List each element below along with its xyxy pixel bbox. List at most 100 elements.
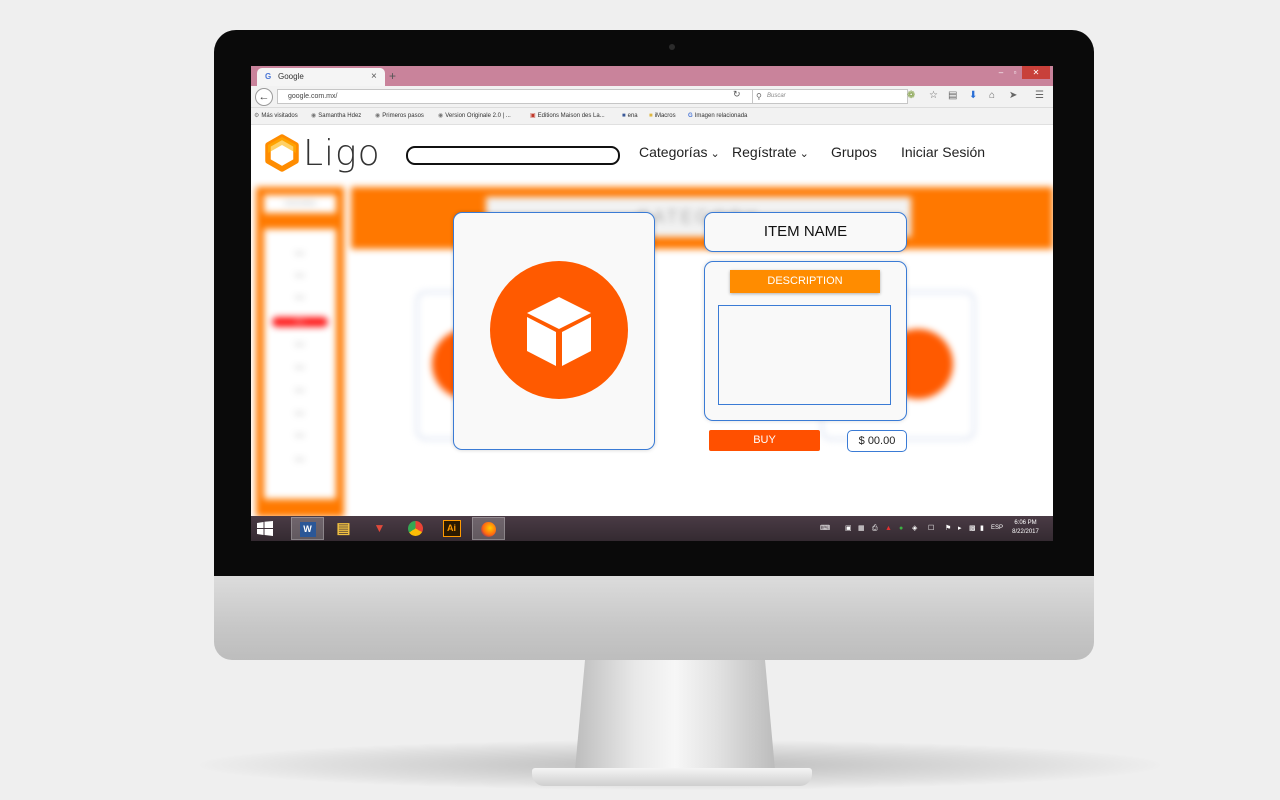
site-logo[interactable]: Ligo (265, 130, 395, 175)
reload-icon[interactable]: ↻ (733, 89, 741, 100)
monitor-foot (532, 768, 812, 786)
screen: G Google × + – ▫ ✕ ← google.com.mx/ ↻ ⚲ … (251, 66, 1053, 541)
system-clock[interactable]: 6:06 PM 8/22/2017 (1003, 519, 1048, 537)
taskbar-file-explorer-icon[interactable]: ▤ (327, 517, 360, 540)
item-name: ITEM NAME (704, 212, 907, 252)
nav-iniciar-sesion[interactable]: Iniciar Sesión (901, 142, 985, 162)
maximize-button[interactable]: ▫ (1008, 66, 1022, 79)
nav-grupos[interactable]: Grupos (831, 142, 877, 162)
battery-icon[interactable]: ▮ (980, 516, 984, 541)
search-icon: ⚲ (756, 92, 762, 101)
sidebar-item: Item (295, 388, 305, 394)
home-icon[interactable]: ⌂ (989, 89, 995, 103)
browser-tab-bar: G Google × + – ▫ ✕ (251, 66, 1053, 86)
chrome-icon (408, 521, 423, 536)
google-icon: G (265, 72, 272, 81)
tray-icon[interactable]: ▦ (858, 516, 865, 541)
menu-icon[interactable]: ☰ (1035, 89, 1044, 103)
taskbar-word-icon[interactable]: W (291, 517, 324, 540)
bookmark-item[interactable]: ▣ Editions Maison des La... (530, 108, 605, 124)
sidebar-header: CATEGORIES (264, 195, 336, 213)
windows-taskbar: W ▤ ▼ Ai ⌨ ▣ ▦ ⎙ ▲ ● ◈ ☐ ⚑ ▸ ▩ ▮ ESP 6:0… (251, 516, 1053, 541)
google-icon: G (688, 113, 693, 119)
language-indicator[interactable]: ESP (991, 516, 1003, 541)
sidebar-item: Item (295, 251, 305, 257)
windows-start-icon[interactable] (257, 521, 273, 536)
firefox-icon (481, 522, 496, 537)
sidebar-item: Item (295, 433, 305, 439)
logo-text: Ligo (303, 133, 381, 174)
clock-date: 8/22/2017 (1012, 529, 1039, 535)
popcorn-icon: ▼ (373, 521, 386, 535)
extension-icon[interactable]: ❁ (907, 89, 915, 103)
nav-categorias-label: Categorías (639, 144, 708, 160)
taskbar-firefox-icon[interactable] (472, 517, 505, 540)
close-window-button[interactable]: ✕ (1022, 66, 1050, 79)
chevron-down-icon: ⌄ (799, 148, 809, 160)
sidebar-item: Item (295, 365, 305, 371)
buy-button[interactable]: BUY (709, 430, 820, 451)
taskbar-illustrator-icon[interactable]: Ai (435, 517, 468, 540)
bookmark-item[interactable]: ◉ Primeros pasos (375, 108, 424, 124)
back-icon[interactable]: ← (255, 88, 273, 106)
category-sidebar: CATEGORIES Item Item Item Item Item Item… (256, 187, 344, 516)
globe-icon: ◉ (311, 113, 317, 119)
nav-categorias[interactable]: Categorías ⌄ (639, 142, 720, 164)
nav-registrate[interactable]: Regístrate ⌄ (732, 142, 809, 164)
browser-tab[interactable]: G Google × (257, 68, 385, 86)
tray-icon[interactable]: ▣ (845, 516, 852, 541)
illustrator-icon: Ai (442, 520, 461, 537)
facebook-icon: ■ (622, 113, 626, 119)
taskbar-chrome-icon[interactable] (399, 517, 432, 540)
gear-icon: ⚙ (254, 113, 260, 119)
sync-icon[interactable]: ● (899, 516, 903, 541)
browser-search-input[interactable]: ⚲ Buscar (752, 89, 908, 104)
bookmark-star-icon[interactable]: ☆ (929, 89, 938, 103)
globe-icon: ◉ (375, 113, 381, 119)
site-search-input[interactable] (406, 146, 620, 165)
tray-icon[interactable]: ◈ (912, 516, 917, 541)
sidebar-item: Item (295, 411, 305, 417)
description-textarea[interactable] (718, 305, 891, 405)
box-icon (527, 297, 591, 366)
product-image-card (453, 212, 655, 450)
bookmark-item[interactable]: ■ iMacros (649, 108, 676, 124)
new-tab-button[interactable]: + (389, 66, 396, 86)
chevron-down-icon: ⌄ (710, 148, 720, 160)
network-icon[interactable]: ☐ (928, 516, 934, 541)
flag-icon[interactable]: ⚑ (945, 516, 951, 541)
tab-title: Google (278, 72, 304, 81)
taskbar-popcorn-icon[interactable]: ▼ (363, 517, 396, 540)
clipboard-icon[interactable]: ▤ (948, 89, 957, 103)
search-placeholder: Buscar (767, 93, 786, 99)
close-icon[interactable]: × (371, 68, 377, 86)
signal-icon[interactable]: ▩ (969, 516, 976, 541)
word-icon-glyph: W (299, 522, 316, 537)
bookmark-item[interactable]: ■ ena (622, 108, 638, 124)
volume-icon[interactable]: ▸ (958, 516, 962, 541)
folder-icon: ■ (649, 113, 653, 119)
sidebar-item: Item (295, 295, 305, 301)
description-label: DESCRIPTION (730, 270, 880, 293)
folder-icon: ▤ (336, 520, 351, 537)
bookmark-item[interactable]: G Imagen relacionada (688, 108, 747, 124)
monitor-chin (214, 576, 1094, 660)
address-bar[interactable]: google.com.mx/ (277, 89, 759, 104)
hexagon-logo-icon (265, 134, 299, 172)
printer-icon[interactable]: ⎙ (872, 516, 878, 541)
bookmark-item[interactable]: ⚙ Más visitados (254, 108, 298, 124)
antivirus-icon[interactable]: ▲ (885, 516, 892, 541)
sidebar-item: Item (295, 457, 305, 463)
bookmarks-bar: ⚙ Más visitados ◉ Samantha Hdez ◉ Primeros … (251, 108, 1053, 125)
minimize-button[interactable]: – (994, 66, 1008, 79)
bookmark-item[interactable]: ◉ Version Originale 2.0 | ... (438, 108, 511, 124)
sidebar-list: Item Item Item Item Item Item Item Item … (264, 229, 336, 499)
keyboard-icon[interactable]: ⌨ (820, 516, 830, 541)
description-card: DESCRIPTION (704, 261, 907, 421)
sidebar-item: Item (295, 342, 305, 348)
download-icon[interactable]: ⬇ (969, 89, 977, 103)
send-icon[interactable]: ➤ (1009, 89, 1017, 103)
bookmark-item[interactable]: ◉ Samantha Hdez (311, 108, 361, 124)
browser-nav-bar: ← google.com.mx/ ↻ ⚲ Buscar ❁ ☆ ▤ ⬇ ⌂ ➤ … (251, 86, 1053, 108)
monitor-stand (575, 660, 775, 770)
